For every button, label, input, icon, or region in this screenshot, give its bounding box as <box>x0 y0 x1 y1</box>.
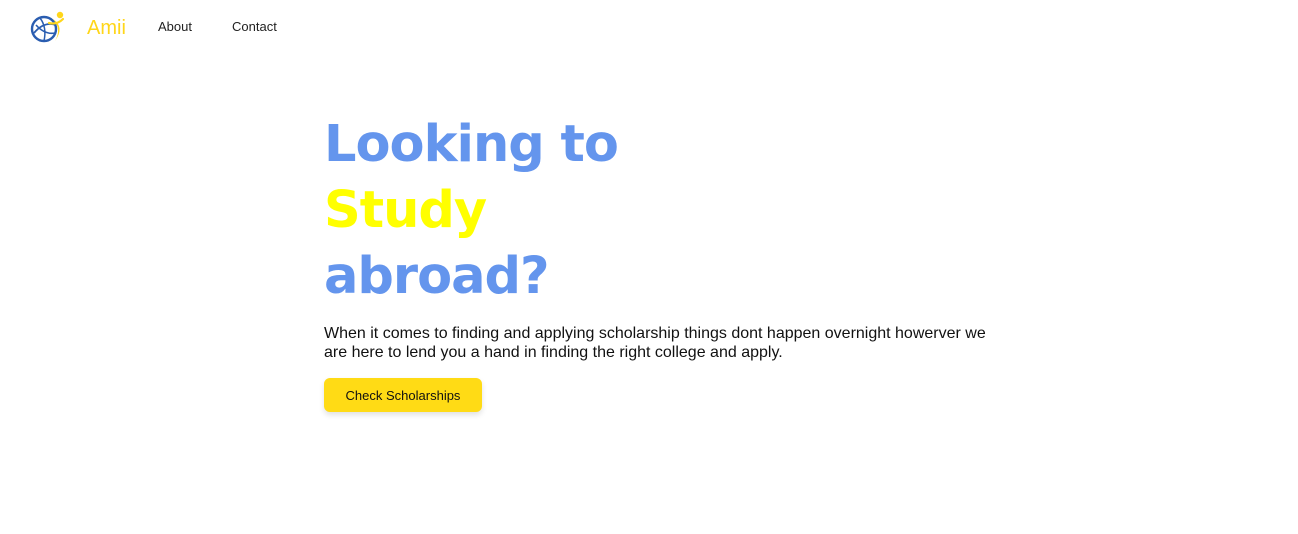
hero-description: When it comes to finding and applying sc… <box>324 325 986 361</box>
headline-line-1: Looking to <box>324 115 619 174</box>
top-navbar: Amii About Contact <box>0 0 1298 56</box>
globe-person-logo-icon[interactable] <box>27 9 67 45</box>
headline-line-2: Study <box>324 181 487 240</box>
headline-line-3: abroad? <box>324 247 550 306</box>
hero-section: Looking to Study abroad? When it comes t… <box>324 112 1024 412</box>
check-scholarships-button[interactable]: Check Scholarships <box>324 378 482 412</box>
brand-name[interactable]: Amii <box>87 16 126 40</box>
hero-headline: Looking to Study abroad? <box>324 112 1024 310</box>
nav-link-contact[interactable]: Contact <box>232 19 277 35</box>
nav-link-about[interactable]: About <box>158 19 192 35</box>
